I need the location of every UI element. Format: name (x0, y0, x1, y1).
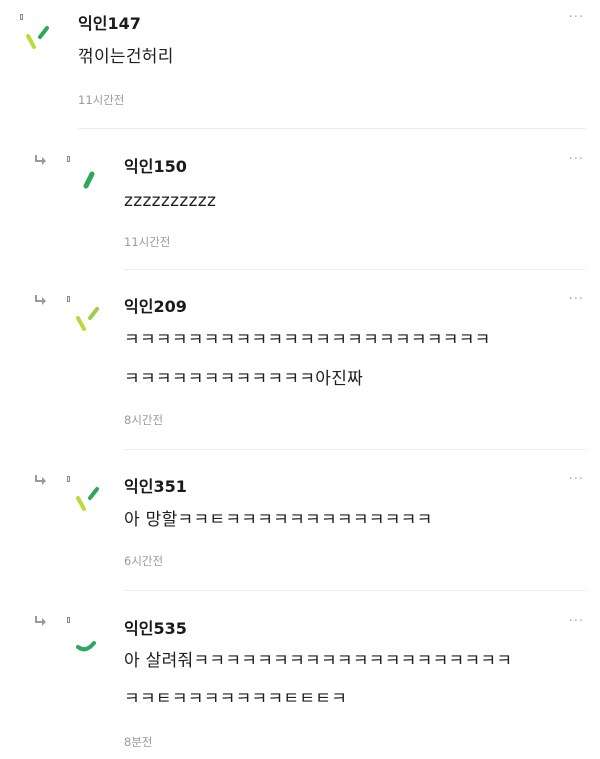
anon-marker-icon (67, 476, 70, 482)
reply-arrow-icon (35, 475, 46, 485)
anon-marker-icon (67, 296, 70, 302)
reply-arrow-icon (35, 155, 46, 165)
comment-timestamp: 8분전 (124, 735, 153, 749)
more-options-icon[interactable]: ··· (569, 152, 584, 167)
comment-text: 아 망할ㅋㅋㅌㅋㅋㅋㅋㅋㅋㅋㅋㅋㅋㅋㅋㅋ (124, 510, 433, 530)
comment-text: 꺾이는건허리 (78, 47, 174, 67)
comment-text: ㅋㅋㅋㅋㅋㅋㅋㅋㅋㅋㅋㅋㅋㅋㅋㅋㅋㅋㅋㅋㅋㅋㅋ (124, 330, 491, 350)
anon-marker-icon (67, 617, 70, 623)
comment-text: zzzzzzzzzz (124, 191, 217, 211)
comment-timestamp: 6시간전 (124, 554, 164, 568)
avatar (76, 487, 99, 511)
more-options-icon[interactable]: ··· (569, 292, 584, 307)
comment-item: 익인147 ··· 꺾이는건허리 11시간전 (0, 0, 600, 130)
more-options-icon[interactable]: ··· (569, 614, 584, 629)
comment-author[interactable]: 익인147 (78, 10, 141, 34)
reply-item: 익인535 ··· 아 살려줘ㅋㅋㅋㅋㅋㅋㅋㅋㅋㅋㅋㅋㅋㅋㅋㅋㅋㅋㅋㅋ ㅋㅋㅌㅋ… (0, 591, 600, 759)
more-options-icon[interactable]: ··· (569, 472, 584, 487)
reply-item: 익인150 ··· zzzzzzzzzz 11시간전 (0, 130, 600, 270)
avatar (83, 171, 95, 189)
avatar (76, 307, 99, 331)
comment-text: ㅋㅋㅌㅋㅋㅋㅋㅋㅋㅋㅌㅌㅌㅋ (124, 689, 348, 709)
avatar (76, 641, 96, 652)
avatar (26, 26, 49, 49)
comment-text: ㅋㅋㅋㅋㅋㅋㅋㅋㅋㅋㅋㅋ아진짜 (124, 369, 364, 389)
reply-arrow-icon (35, 616, 46, 626)
comment-author[interactable]: 익인535 (124, 615, 187, 639)
reply-arrow-icon (35, 295, 46, 305)
anon-marker-icon (67, 156, 70, 162)
comment-timestamp: 8시간전 (124, 413, 164, 427)
comment-text: 아 살려줘ㅋㅋㅋㅋㅋㅋㅋㅋㅋㅋㅋㅋㅋㅋㅋㅋㅋㅋㅋㅋ (124, 651, 513, 671)
reply-item: 익인351 ··· 아 망할ㅋㅋㅌㅋㅋㅋㅋㅋㅋㅋㅋㅋㅋㅋㅋㅋ 6시간전 (0, 450, 600, 590)
comment-author[interactable]: 익인351 (124, 473, 187, 497)
comment-timestamp: 11시간전 (124, 235, 171, 249)
comment-timestamp: 11시간전 (78, 93, 125, 107)
comment-author[interactable]: 익인150 (124, 153, 187, 177)
more-options-icon[interactable]: ··· (569, 10, 584, 25)
comment-author[interactable]: 익인209 (124, 293, 187, 317)
reply-item: 익인209 ··· ㅋㅋㅋㅋㅋㅋㅋㅋㅋㅋㅋㅋㅋㅋㅋㅋㅋㅋㅋㅋㅋㅋㅋ ㅋㅋㅋㅋㅋㅋ… (0, 270, 600, 450)
divider (78, 128, 586, 129)
